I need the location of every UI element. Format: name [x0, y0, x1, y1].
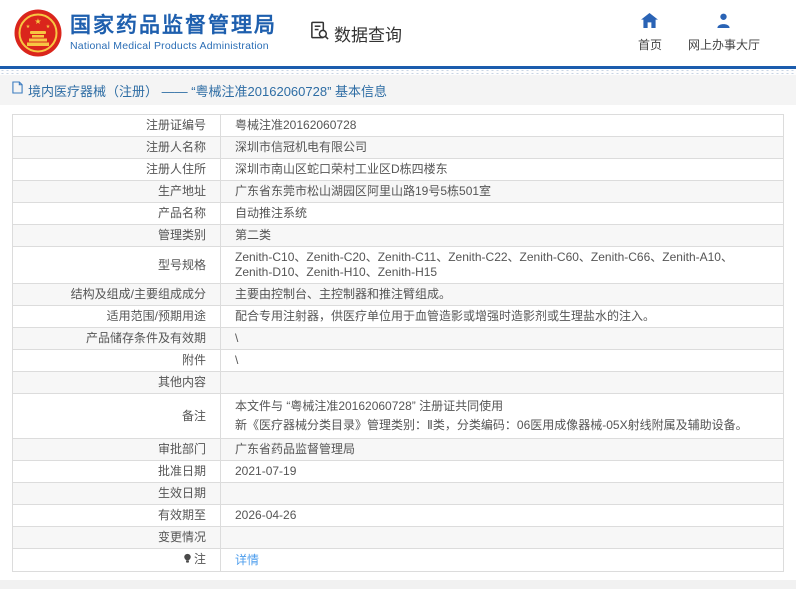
- svg-text:★: ★: [46, 24, 51, 30]
- row-value: [221, 372, 784, 394]
- row-value: 2021-07-19: [221, 461, 784, 483]
- detail-link[interactable]: 详情: [235, 553, 259, 567]
- row-value: 本文件与 “粤械注准20162060728” 注册证共同使用新《医疗器械分类目录…: [221, 394, 784, 439]
- svg-text:★: ★: [34, 17, 41, 26]
- document-icon: [12, 81, 23, 99]
- row-label: 审批部门: [13, 439, 221, 461]
- home-icon: [641, 13, 658, 33]
- row-label: 结构及组成/主要组成成分: [13, 284, 221, 306]
- row-value: 深圳市信冠机电有限公司: [221, 137, 784, 159]
- svg-text:★: ★: [26, 24, 31, 30]
- org-name-en: National Medical Products Administration: [70, 40, 277, 52]
- bulb-icon: [183, 553, 192, 568]
- table-row: 变更情况: [13, 527, 784, 549]
- registration-info-table: 注册证编号粤械注准20162060728注册人名称深圳市信冠机电有限公司注册人住…: [12, 114, 784, 572]
- table-row: 生效日期: [13, 483, 784, 505]
- data-query-tab[interactable]: 数据查询: [309, 20, 402, 46]
- table-row: 结构及组成/主要组成成分主要由控制台、主控制器和推注臂组成。: [13, 284, 784, 306]
- row-value-line: 本文件与 “粤械注准20162060728” 注册证共同使用: [235, 397, 769, 416]
- row-label: 注册人名称: [13, 137, 221, 159]
- breadcrumb: 境内医疗器械（注册） —— “粤械注准20162060728” 基本信息: [0, 75, 796, 105]
- data-query-label: 数据查询: [334, 21, 402, 46]
- org-title-block: 国家药品监督管理局 National Medical Products Admi…: [70, 14, 277, 52]
- row-label: 备注: [13, 394, 221, 439]
- table-row: 型号规格Zenith-C10、Zenith-C20、Zenith-C11、Zen…: [13, 247, 784, 284]
- table-row: 适用范围/预期用途配合专用注射器，供医疗单位用于血管造影或增强时造影剂或生理盐水…: [13, 306, 784, 328]
- row-value: 自动推注系统: [221, 203, 784, 225]
- table-row: 注详情: [13, 549, 784, 572]
- nav-item-service-hall[interactable]: 网上办事大厅: [688, 13, 760, 53]
- breadcrumb-text: 境内医疗器械（注册） —— “粤械注准20162060728” 基本信息: [28, 81, 387, 100]
- doc-search-icon: [309, 20, 330, 46]
- row-value: 配合专用注射器，供医疗单位用于血管造影或增强时造影剂或生理盐水的注入。: [221, 306, 784, 328]
- national-emblem-logo: ★ ★ ★: [14, 9, 62, 57]
- table-row: 产品名称自动推注系统: [13, 203, 784, 225]
- row-label: 产品名称: [13, 203, 221, 225]
- row-value: 广东省药品监督管理局: [221, 439, 784, 461]
- row-value: [221, 483, 784, 505]
- row-label: 生产地址: [13, 181, 221, 203]
- table-row: 其他内容: [13, 372, 784, 394]
- table-row: 注册人名称深圳市信冠机电有限公司: [13, 137, 784, 159]
- nav-service-hall-label: 网上办事大厅: [688, 36, 760, 53]
- table-row: 产品储存条件及有效期\: [13, 328, 784, 350]
- row-value: Zenith-C10、Zenith-C20、Zenith-C11、Zenith-…: [221, 247, 784, 284]
- nav-item-home[interactable]: 首页: [638, 13, 662, 53]
- row-label: 注册人住所: [13, 159, 221, 181]
- row-value: 主要由控制台、主控制器和推注臂组成。: [221, 284, 784, 306]
- row-value: \: [221, 350, 784, 372]
- row-label: 批准日期: [13, 461, 221, 483]
- top-nav: 首页 网上办事大厅: [638, 13, 760, 53]
- nav-home-label: 首页: [638, 36, 662, 53]
- org-name-cn: 国家药品监督管理局: [70, 14, 277, 38]
- person-icon: [716, 13, 731, 33]
- table-row: 注册证编号粤械注准20162060728: [13, 115, 784, 137]
- row-label: 产品储存条件及有效期: [13, 328, 221, 350]
- table-row: 注册人住所深圳市南山区蛇口荣村工业区D栋四楼东: [13, 159, 784, 181]
- row-value: 深圳市南山区蛇口荣村工业区D栋四楼东: [221, 159, 784, 181]
- row-label: 适用范围/预期用途: [13, 306, 221, 328]
- row-value: [221, 527, 784, 549]
- row-label: 注: [13, 549, 221, 572]
- row-label: 其他内容: [13, 372, 221, 394]
- main-content: 注册证编号粤械注准20162060728注册人名称深圳市信冠机电有限公司注册人住…: [0, 105, 796, 572]
- row-label: 有效期至: [13, 505, 221, 527]
- table-row: 生产地址广东省东莞市松山湖园区阿里山路19号5栋501室: [13, 181, 784, 203]
- row-value: \: [221, 328, 784, 350]
- row-value: 粤械注准20162060728: [221, 115, 784, 137]
- row-value: 第二类: [221, 225, 784, 247]
- table-row: 附件\: [13, 350, 784, 372]
- row-label: 生效日期: [13, 483, 221, 505]
- row-label: 注册证编号: [13, 115, 221, 137]
- row-label: 管理类别: [13, 225, 221, 247]
- row-label: 型号规格: [13, 247, 221, 284]
- row-value: 2026-04-26: [221, 505, 784, 527]
- row-value-line: 新《医疗器械分类目录》管理类别：Ⅱ类，分类编码：06医用成像器械-05X射线附属…: [235, 416, 769, 435]
- table-row: 备注本文件与 “粤械注准20162060728” 注册证共同使用新《医疗器械分类…: [13, 394, 784, 439]
- info-table-body: 注册证编号粤械注准20162060728注册人名称深圳市信冠机电有限公司注册人住…: [13, 115, 784, 572]
- table-row: 管理类别第二类: [13, 225, 784, 247]
- row-value: 广东省东莞市松山湖园区阿里山路19号5栋501室: [221, 181, 784, 203]
- page-header: ★ ★ ★ 国家药品监督管理局 National Medical Product…: [0, 0, 796, 66]
- table-row: 批准日期2021-07-19: [13, 461, 784, 483]
- row-value: 详情: [221, 549, 784, 572]
- table-row: 审批部门广东省药品监督管理局: [13, 439, 784, 461]
- footer-strip: [0, 580, 796, 589]
- row-label: 变更情况: [13, 527, 221, 549]
- table-row: 有效期至2026-04-26: [13, 505, 784, 527]
- row-label: 附件: [13, 350, 221, 372]
